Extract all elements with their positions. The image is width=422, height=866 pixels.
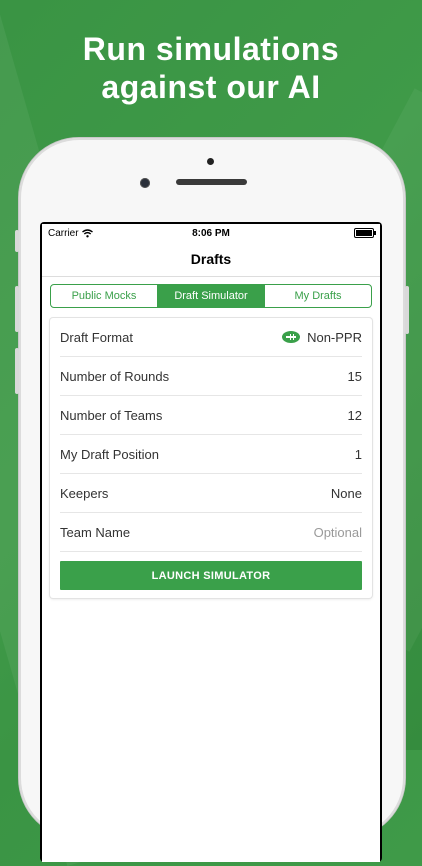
setting-label: Number of Teams [60, 407, 163, 423]
team-name-input[interactable]: Optional [314, 525, 362, 540]
phone-screen: Carrier 8:06 PM Drafts Public Mocks Draf… [40, 222, 382, 862]
navigation-bar: Drafts [42, 242, 380, 277]
setting-value: Non-PPR [282, 330, 362, 345]
nav-title: Drafts [190, 251, 232, 267]
setting-row-team-name[interactable]: Team Name Optional [60, 513, 362, 552]
setting-value: 1 [354, 446, 362, 462]
setting-value: 12 [347, 407, 362, 423]
app-view: Carrier 8:06 PM Drafts Public Mocks Draf… [42, 224, 380, 862]
carrier-info: Carrier [48, 228, 93, 239]
tab-public-mocks[interactable]: Public Mocks [51, 285, 158, 307]
phone-frame: Carrier 8:06 PM Drafts Public Mocks Draf… [15, 138, 409, 862]
setting-label: Keepers [60, 485, 109, 501]
draft-mode-tabs: Public Mocks Draft Simulator My Drafts [50, 284, 372, 308]
setting-row-keepers[interactable]: Keepers None [60, 474, 362, 513]
setting-row-number-of-rounds[interactable]: Number of Rounds 15 [60, 357, 362, 396]
front-camera [140, 178, 150, 188]
simulator-settings-card: Draft Format Non-PPR Number of Rounds 15… [50, 318, 372, 598]
headline-line-2: against our AI [101, 69, 321, 105]
volume-down-button [15, 348, 19, 394]
power-button [405, 286, 409, 334]
status-bar: Carrier 8:06 PM [42, 224, 380, 242]
volume-up-button [15, 286, 19, 332]
setting-value: None [330, 485, 362, 501]
mute-switch [15, 230, 19, 252]
setting-label: Draft Format [60, 329, 133, 345]
headline-line-1: Run simulations [82, 31, 340, 67]
tab-draft-simulator[interactable]: Draft Simulator [158, 285, 265, 307]
launch-simulator-button[interactable]: LAUNCH SIMULATOR [60, 561, 362, 590]
carrier-label: Carrier [48, 227, 79, 239]
battery-icon [354, 228, 376, 238]
setting-row-draft-position[interactable]: My Draft Position 1 [60, 435, 362, 474]
setting-row-draft-format[interactable]: Draft Format Non-PPR [60, 318, 362, 357]
proximity-sensor [207, 158, 214, 165]
setting-label: Number of Rounds [60, 368, 170, 384]
earpiece-speaker [176, 179, 247, 185]
setting-row-number-of-teams[interactable]: Number of Teams 12 [60, 396, 362, 435]
status-time: 8:06 PM [192, 227, 230, 239]
wifi-icon [81, 228, 93, 237]
tab-my-drafts[interactable]: My Drafts [265, 285, 371, 307]
setting-value: 15 [347, 368, 362, 384]
promo-headline: Run simulations against our AI [0, 30, 422, 106]
football-icon [282, 331, 301, 343]
draft-format-value: Non-PPR [307, 329, 362, 345]
setting-label: Team Name [60, 524, 131, 540]
setting-label: My Draft Position [60, 446, 159, 462]
